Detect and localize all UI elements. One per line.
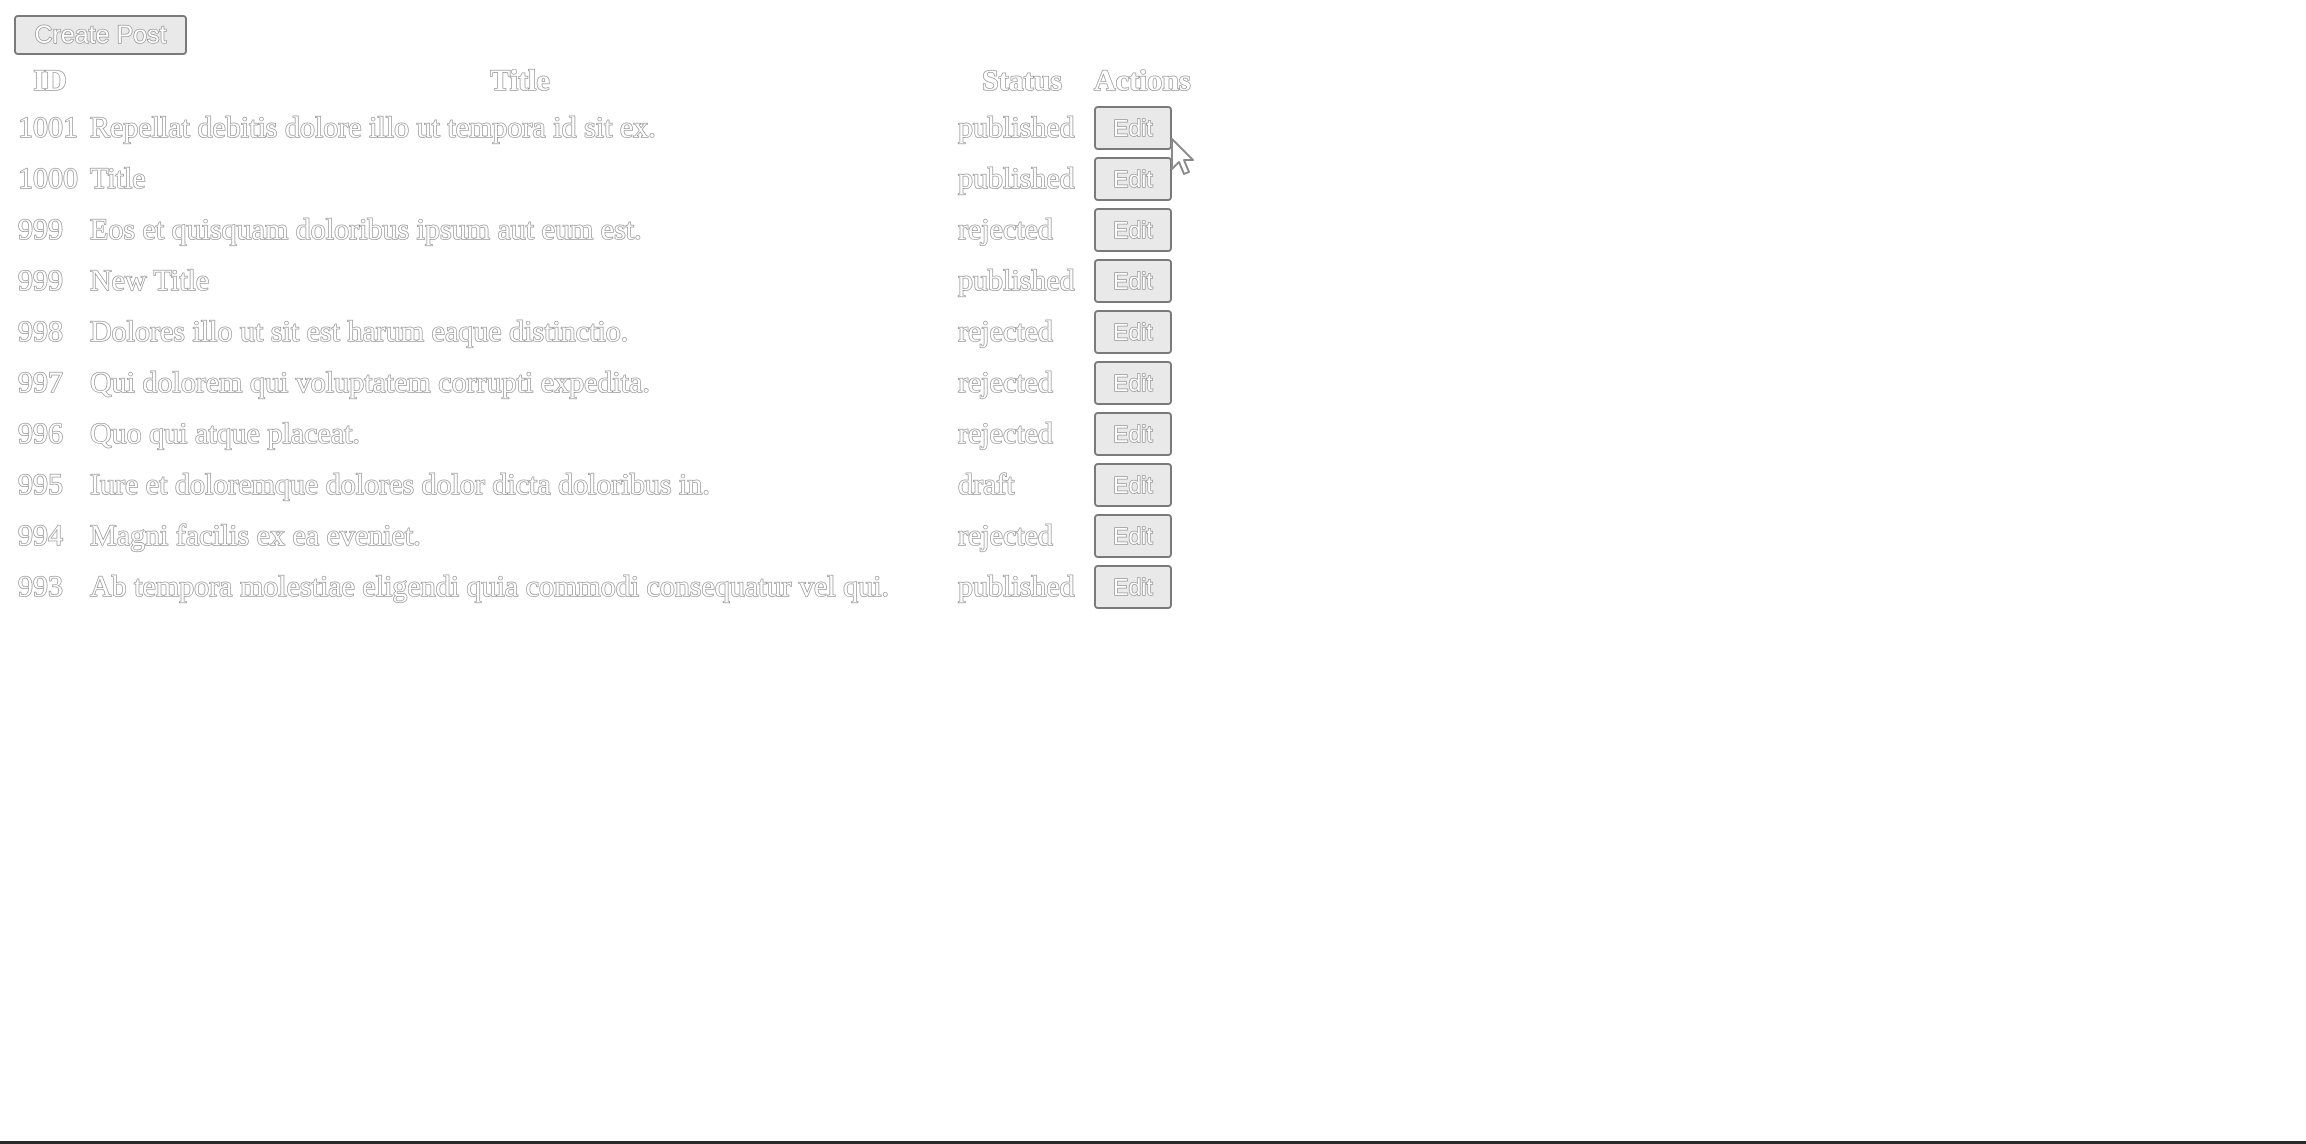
post-title: Repellat debitis dolore illo ut tempora … (89, 110, 656, 144)
post-id: 999 (17, 212, 63, 246)
post-id: 999 (17, 263, 63, 297)
post-actions: Edit (1090, 459, 1195, 510)
post-status: rejected (957, 212, 1053, 246)
table-row: 994 Magni facilis ex ea eveniet. rejecte… (14, 510, 1195, 561)
post-id: 996 (17, 416, 63, 450)
edit-button[interactable]: Edit (1094, 411, 1172, 456)
post-actions: Edit (1090, 255, 1195, 306)
table-row: 999 Eos et quisquam doloribus ipsum aut … (14, 204, 1195, 255)
post-title: Iure et doloremque dolores dolor dicta d… (89, 467, 710, 501)
header-title: Title (490, 63, 551, 97)
mouse-pointer-icon (1171, 138, 1194, 175)
edit-button[interactable]: Edit (1094, 360, 1172, 405)
edit-button[interactable]: Edit (1094, 258, 1172, 303)
table-row: 999 New Title published Edit (14, 255, 1195, 306)
table-row: 997 Qui dolorem qui voluptatem corrupti … (14, 357, 1195, 408)
post-actions: Edit (1090, 510, 1195, 561)
posts-table: ID Title Status Actions 1001 Repellat de… (14, 60, 1195, 612)
edit-button[interactable]: Edit (1094, 105, 1172, 150)
post-title: New Title (89, 263, 210, 297)
edit-button[interactable]: Edit (1094, 513, 1172, 558)
post-title: Eos et quisquam doloribus ipsum aut eum … (89, 212, 642, 246)
post-status: published (957, 161, 1075, 195)
header-id: ID (33, 63, 68, 97)
edit-button[interactable]: Edit (1094, 309, 1172, 354)
header-actions: Actions (1093, 63, 1191, 97)
post-actions: Edit (1090, 306, 1195, 357)
post-title: Magni facilis ex ea eveniet. (89, 518, 421, 552)
post-title: Ab tempora molestiae eligendi quia commo… (89, 569, 889, 603)
post-actions: Edit (1090, 561, 1195, 612)
post-id: 994 (17, 518, 63, 552)
post-status: published (957, 110, 1075, 144)
post-title: Qui dolorem qui voluptatem corrupti expe… (89, 365, 650, 399)
post-actions: Edit (1090, 204, 1195, 255)
table-row: 996 Quo qui atque placeat. rejected Edit (14, 408, 1195, 459)
post-status: rejected (957, 518, 1053, 552)
post-id: 995 (17, 467, 63, 501)
post-id: 1000 (17, 161, 78, 195)
edit-button[interactable]: Edit (1094, 462, 1172, 507)
post-id: 997 (17, 365, 63, 399)
post-id: 1001 (17, 110, 78, 144)
table-row: 998 Dolores illo ut sit est harum eaque … (14, 306, 1195, 357)
post-title: Quo qui atque placeat. (89, 416, 360, 450)
create-post-button[interactable]: Create Post (14, 15, 187, 55)
table-row: 993 Ab tempora molestiae eligendi quia c… (14, 561, 1195, 612)
table-header-row: ID Title Status Actions (14, 60, 1195, 102)
post-id: 998 (17, 314, 63, 348)
edit-button[interactable]: Edit (1094, 156, 1172, 201)
post-title: Dolores illo ut sit est harum eaque dist… (89, 314, 629, 348)
table-row: 1000 Title published Edit (14, 153, 1195, 204)
post-status: published (957, 263, 1075, 297)
post-actions: Edit (1090, 408, 1195, 459)
post-status: published (957, 569, 1075, 603)
edit-button[interactable]: Edit (1094, 207, 1172, 252)
header-status: Status (981, 63, 1063, 97)
table-row: 995 Iure et doloremque dolores dolor dic… (14, 459, 1195, 510)
post-status: rejected (957, 365, 1053, 399)
post-status: rejected (957, 416, 1053, 450)
post-status: draft (957, 467, 1015, 501)
post-actions: Edit (1090, 357, 1195, 408)
post-title: Title (89, 161, 146, 195)
table-row: 1001 Repellat debitis dolore illo ut tem… (14, 102, 1195, 153)
post-id: 993 (17, 569, 63, 603)
post-status: rejected (957, 314, 1053, 348)
edit-button[interactable]: Edit (1094, 564, 1172, 609)
